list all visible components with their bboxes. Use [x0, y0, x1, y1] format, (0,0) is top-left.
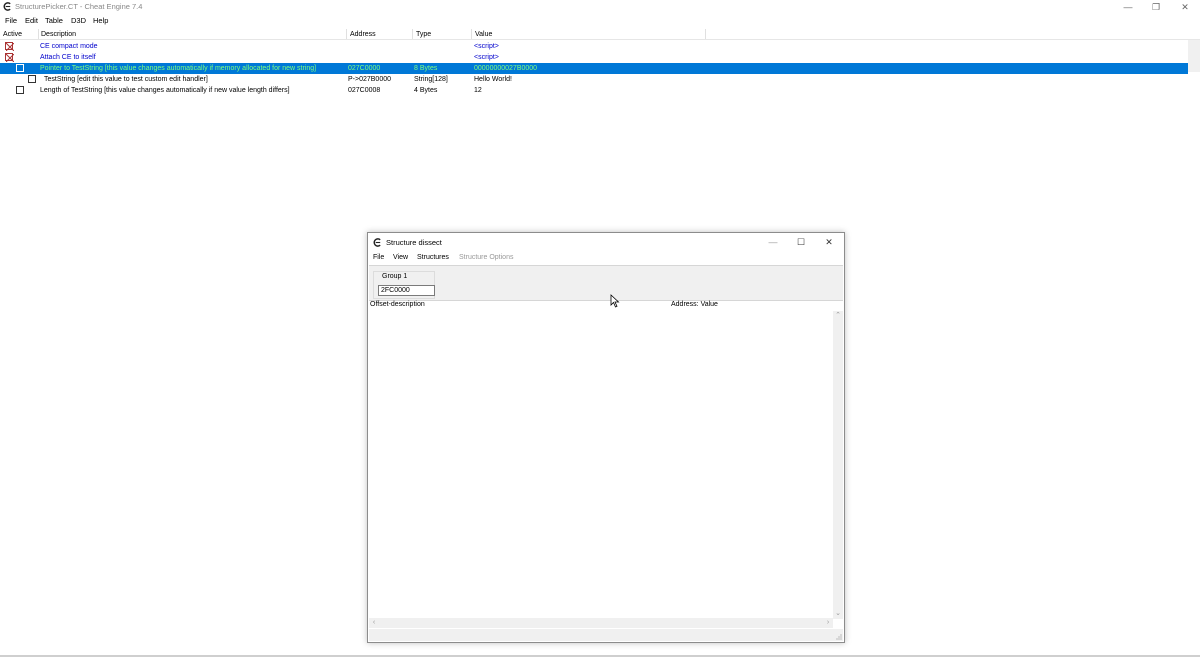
dialog-close-button[interactable]: ✕ [815, 235, 843, 249]
header-description[interactable]: Description [41, 31, 76, 38]
scroll-down-icon[interactable]: ⌄ [833, 609, 843, 617]
row-address: 027C0008 [348, 87, 381, 94]
dialog-menu-view[interactable]: View [393, 254, 408, 261]
row-type: 8 Bytes [414, 65, 438, 72]
cheat-engine-logo-icon [3, 2, 11, 11]
header-address[interactable]: Address [350, 31, 376, 38]
row-description: CE compact mode [40, 43, 98, 50]
restore-button[interactable]: ❐ [1141, 0, 1171, 14]
minimize-button[interactable]: — [1113, 0, 1143, 14]
dialog-horizontal-scrollbar[interactable]: ‹ › [369, 618, 833, 628]
scroll-left-icon[interactable]: ‹ [369, 619, 379, 626]
table-row-selected[interactable]: Pointer to TestString [this value change… [0, 63, 1188, 74]
row-description: Attach CE to itself [40, 54, 96, 61]
main-title-bar [0, 0, 1200, 14]
header-type[interactable]: Type [416, 31, 431, 38]
table-row[interactable]: CE compact mode <script> [0, 41, 1188, 52]
mouse-cursor-icon [610, 294, 620, 308]
dialog-menu-structure-options[interactable]: Structure Options [459, 254, 513, 261]
row-type: String[128] [414, 76, 448, 83]
menu-file[interactable]: File [5, 16, 17, 25]
table-row[interactable]: Attach CE to itself <script> [0, 52, 1188, 63]
row-value[interactable]: <script> [474, 52, 499, 63]
menu-help[interactable]: Help [93, 16, 108, 25]
group-panel: Group 1 [369, 265, 843, 301]
row-description: TestString [edit this value to test cust… [44, 76, 208, 83]
resize-grip-icon[interactable] [836, 634, 842, 640]
row-address: P->027B0000 [348, 76, 392, 83]
table-row[interactable]: Length of TestString [this value changes… [0, 85, 1188, 96]
address-input[interactable] [378, 285, 435, 296]
scroll-up-icon[interactable]: ⌃ [833, 311, 843, 319]
row-value[interactable]: <script> [474, 41, 499, 52]
header-active[interactable]: Active [3, 31, 22, 38]
row-value[interactable]: Hello World! [474, 74, 512, 85]
close-button[interactable]: ✕ [1170, 0, 1200, 14]
dialog-menu-structures[interactable]: Structures [417, 254, 449, 261]
dialog-title: Structure dissect [386, 238, 442, 247]
header-value[interactable]: Value [475, 31, 492, 38]
row-description: Length of TestString [this value changes… [40, 87, 290, 94]
active-checkbox[interactable] [5, 42, 14, 51]
group-label: Group 1 [381, 273, 409, 280]
menu-table[interactable]: Table [45, 16, 63, 25]
menu-d3d[interactable]: D3D [71, 16, 86, 25]
row-type: 4 Bytes [414, 87, 438, 94]
menu-edit[interactable]: Edit [25, 16, 38, 25]
column-address-value[interactable]: Address: Value [671, 301, 718, 308]
menu-bar [0, 15, 1200, 27]
scroll-right-icon[interactable]: › [823, 619, 833, 626]
structure-dissect-window: Structure dissect — ☐ ✕ File View Struct… [367, 232, 845, 643]
row-value[interactable]: 12 [474, 85, 482, 96]
active-checkbox[interactable] [28, 75, 36, 83]
dialog-minimize-button[interactable]: — [759, 235, 787, 249]
dialog-vertical-scrollbar[interactable]: ⌃ ⌄ [833, 311, 843, 619]
dialog-status-bar [369, 629, 843, 641]
row-value[interactable]: 00000000027B0000 [474, 63, 537, 74]
window-title: StructurePicker.CT - Cheat Engine 7.4 [15, 2, 143, 11]
dialog-menu-file[interactable]: File [373, 254, 384, 261]
group-box: Group 1 [373, 271, 435, 299]
row-address: 027C0000 [348, 65, 381, 72]
active-checkbox[interactable] [16, 86, 24, 94]
active-checkbox[interactable] [16, 64, 24, 72]
row-description: Pointer to TestString [this value change… [40, 65, 317, 72]
dialog-maximize-button[interactable]: ☐ [787, 235, 815, 249]
table-row[interactable]: TestString [edit this value to test cust… [0, 74, 1188, 85]
table-header [0, 29, 1200, 40]
table-vertical-scrollbar[interactable] [1188, 40, 1200, 72]
cheat-engine-logo-icon [373, 238, 381, 247]
column-offset-description[interactable]: Offset-description [370, 301, 425, 308]
active-checkbox[interactable] [5, 53, 14, 62]
